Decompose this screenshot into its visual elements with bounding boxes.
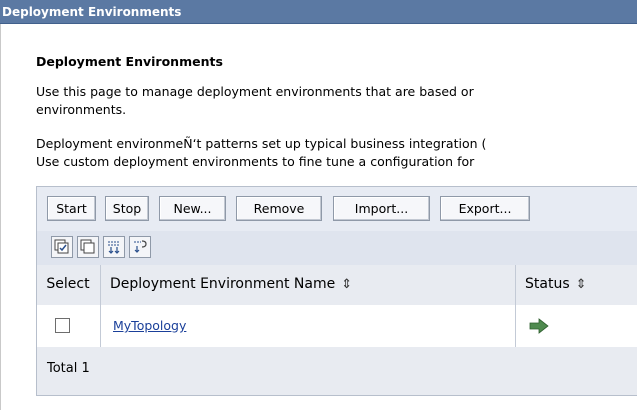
import-button[interactable]: Import... [333, 196, 430, 221]
column-divider [515, 265, 516, 305]
stop-button[interactable]: Stop [105, 196, 149, 221]
row-select-checkbox[interactable] [55, 318, 70, 333]
table-header: Select Deployment Environment Name ⇕ Stat… [37, 265, 637, 306]
column-header-status[interactable]: Status ⇕ [525, 276, 587, 292]
icon-toolbar [37, 231, 637, 266]
remove-button[interactable]: Remove [236, 196, 322, 221]
column-divider [515, 305, 516, 347]
new-button[interactable]: New... [159, 196, 226, 221]
column-header-name[interactable]: Deployment Environment Name ⇕ [110, 276, 352, 292]
column-header-name-label: Deployment Environment Name [110, 276, 336, 292]
page-heading: Deployment Environments [36, 54, 223, 69]
description-line-4: Use custom deployment environments to fi… [36, 154, 475, 169]
column-divider [100, 305, 101, 347]
description-line-2: environments. [36, 102, 127, 117]
select-all-icon[interactable] [51, 236, 73, 258]
button-toolbar: Start Stop New... Remove Import... Expor… [37, 187, 637, 232]
clear-filter-icon[interactable] [129, 236, 151, 258]
deployment-environments-panel: Start Stop New... Remove Import... Expor… [36, 186, 637, 396]
column-divider [100, 265, 101, 305]
column-header-status-label: Status [525, 276, 570, 292]
window-title: Deployment Environments [0, 0, 637, 24]
start-button[interactable]: Start [47, 196, 96, 221]
show-filter-icon[interactable] [103, 236, 125, 258]
table-row: MyTopology [37, 305, 637, 348]
sort-icon[interactable]: ⇕ [576, 277, 587, 292]
sort-icon[interactable]: ⇕ [341, 277, 352, 292]
total-count: Total 1 [47, 361, 90, 376]
description-line-1: Use this page to manage deployment envir… [36, 84, 474, 99]
environment-name-link[interactable]: MyTopology [113, 318, 186, 333]
started-arrow-icon [529, 318, 549, 334]
table-footer: Total 1 [37, 347, 637, 395]
description-line-3: Deployment environmeÑ‘t patterns set up … [36, 136, 487, 151]
export-button[interactable]: Export... [440, 196, 530, 221]
column-header-select: Select [46, 276, 90, 292]
deselect-all-icon[interactable] [77, 236, 99, 258]
